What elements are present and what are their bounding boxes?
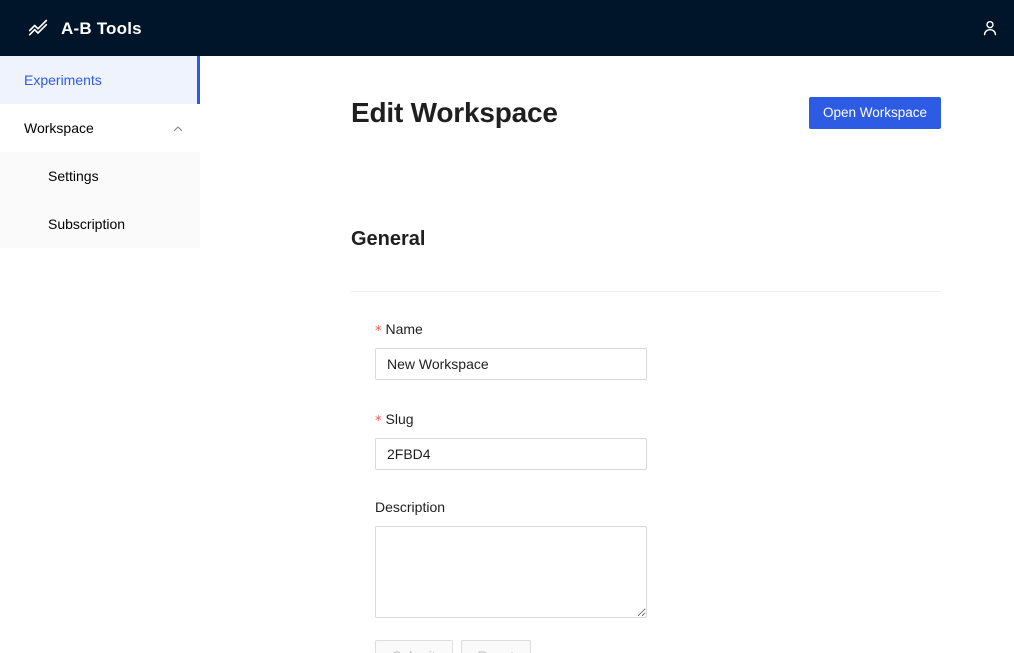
brand[interactable]: A-B Tools — [0, 18, 142, 38]
slug-label-text: Slug — [385, 411, 414, 427]
slug-input[interactable] — [375, 438, 647, 470]
sidebar-item-subscription[interactable]: Subscription — [0, 200, 200, 248]
name-label: * Name — [375, 318, 935, 340]
sidebar-item-settings[interactable]: Settings — [0, 152, 200, 200]
sidebar-item-label: Workspace — [24, 120, 94, 136]
required-marker-icon: * — [375, 414, 382, 429]
sidebar-item-label: Experiments — [24, 72, 102, 88]
header-right — [980, 18, 1014, 38]
sidebar-submenu-label: Subscription — [48, 216, 126, 232]
name-label-text: Name — [385, 321, 423, 337]
description-label: Description — [375, 496, 935, 518]
sidebar-item-workspace[interactable]: Workspace — [0, 104, 200, 152]
slug-label: * Slug — [375, 408, 935, 430]
chevron-up-icon — [172, 122, 184, 134]
workspace-form: *Name *Slug Description Submit — [375, 318, 935, 653]
open-workspace-button[interactable]: Open Workspace — [808, 96, 941, 129]
section-title-general: General — [351, 228, 426, 250]
page-title: Edit Workspace — [351, 97, 558, 128]
sidebar-submenu-workspace: Settings Subscription — [0, 152, 200, 248]
sidebar: Experiments Workspace Settings Subscript… — [0, 56, 200, 653]
main-content: Edit Workspace Open Workspace General * N… — [200, 56, 1014, 653]
user-avatar-icon[interactable] — [980, 18, 1000, 38]
description-textarea[interactable] — [375, 526, 647, 618]
field-description: Description — [375, 496, 935, 618]
description-label-text: Description — [375, 499, 446, 515]
trend-line-chart-icon — [28, 18, 48, 38]
submit-button[interactable]: Submit — [375, 640, 453, 653]
brand-title: A-B Tools — [61, 18, 142, 38]
app-root: A-B Tools Experiments Workspace Settings… — [0, 0, 1014, 653]
field-name: * Name — [375, 318, 935, 380]
page-header: Edit Workspace Open Workspace — [351, 96, 941, 130]
form-actions: Submit Reset — [375, 640, 935, 653]
sidebar-submenu-label: Settings — [48, 168, 99, 184]
name-input[interactable] — [375, 348, 647, 380]
section-divider — [351, 291, 941, 292]
reset-button[interactable]: Reset — [460, 640, 532, 653]
required-marker-icon: * — [375, 324, 382, 339]
top-header: A-B Tools — [0, 0, 1014, 56]
sidebar-item-experiments[interactable]: Experiments — [0, 56, 200, 104]
field-slug: * Slug — [375, 408, 935, 470]
